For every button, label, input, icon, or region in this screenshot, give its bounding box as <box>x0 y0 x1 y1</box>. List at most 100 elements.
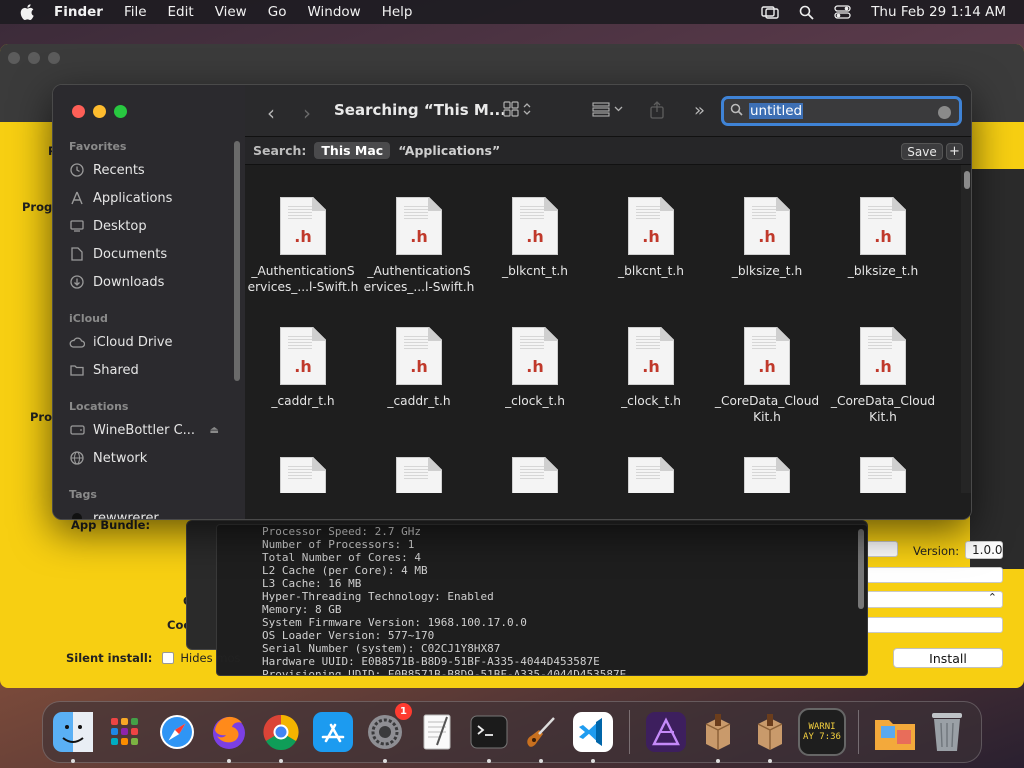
console-icon[interactable]: WARNI AY 7:36 <box>798 708 846 756</box>
file-grid-scrollbar[interactable] <box>961 165 971 493</box>
group-by-icon[interactable] <box>592 101 623 117</box>
app-store-icon[interactable] <box>309 708 357 756</box>
search-field[interactable]: untitled <box>721 96 962 126</box>
system-settings-icon[interactable]: 1 <box>361 703 412 763</box>
zoom-icon[interactable] <box>114 105 127 118</box>
version-label: Version: <box>913 544 960 558</box>
sidebar-item-recents[interactable]: Recents <box>69 162 237 178</box>
menu-help[interactable]: Help <box>382 4 413 20</box>
menu-go[interactable]: Go <box>268 4 287 20</box>
bg-minimize-icon[interactable] <box>28 52 40 64</box>
header-file-icon: .h <box>396 197 442 255</box>
add-criteria-button[interactable]: + <box>946 143 963 160</box>
save-search-button[interactable]: Save <box>901 143 943 160</box>
version-field[interactable]: 1.0.0 <box>965 541 1003 559</box>
system-info-textview[interactable]: Processor Speed: 2.7 GHz Number of Proces… <box>216 524 868 676</box>
back-chevron-icon[interactable]: ‹ <box>267 101 275 125</box>
bg-field-1[interactable] <box>866 541 898 557</box>
file-item[interactable]: .h _blksize_t.h <box>825 197 941 279</box>
file-item[interactable]: .h _blkcnt_t.h <box>593 197 709 279</box>
apple-menu-icon[interactable] <box>20 4 36 20</box>
winebottler-icon[interactable] <box>694 708 742 763</box>
background-right-panel <box>970 169 1024 569</box>
file-item[interactable] <box>245 457 361 493</box>
menu-clock[interactable]: Thu Feb 29 1:14 AM <box>871 4 1006 20</box>
bg-close-icon[interactable] <box>8 52 20 64</box>
file-item[interactable]: .h _AuthenticationS ervices_...l-Swift.h <box>245 197 361 295</box>
sidebar-item-documents[interactable]: Documents <box>69 246 237 262</box>
install-button[interactable]: Install <box>893 648 1003 668</box>
file-item[interactable] <box>709 457 825 493</box>
menu-edit[interactable]: Edit <box>168 4 194 20</box>
file-name-line: _AuthenticationS <box>251 264 355 278</box>
screen-mirroring-icon[interactable] <box>761 5 779 19</box>
sidebar-item-shared[interactable]: Shared <box>69 362 237 378</box>
dock-separator <box>858 710 859 754</box>
scroll-thumb[interactable] <box>964 171 970 189</box>
finder-icon[interactable] <box>49 708 97 763</box>
bg-field-2[interactable] <box>866 567 1003 583</box>
sidebar-item-network[interactable]: Network <box>69 450 237 466</box>
sidebar-scrollbar[interactable] <box>234 141 240 381</box>
file-name: _caddr_t.h <box>245 393 361 409</box>
silent-install-label: Silent install: <box>66 651 153 665</box>
file-item[interactable]: .h _clock_t.h <box>593 327 709 409</box>
file-item[interactable]: .h _CoreData_Cloud Kit.h <box>825 327 941 425</box>
safari-icon[interactable] <box>153 708 201 756</box>
file-item[interactable] <box>361 457 477 493</box>
file-item[interactable]: .h _caddr_t.h <box>245 327 361 409</box>
sidebar-item-applications[interactable]: Applications <box>69 190 237 206</box>
sidebar-item-downloads[interactable]: Downloads <box>69 274 237 290</box>
share-icon[interactable] <box>649 101 665 119</box>
menu-app-finder[interactable]: Finder <box>54 4 103 20</box>
silent-install-checkbox[interactable] <box>162 652 175 664</box>
garageband-icon[interactable] <box>517 708 565 763</box>
file-item[interactable]: .h _caddr_t.h <box>361 327 477 409</box>
firefox-icon[interactable] <box>205 708 253 763</box>
system-info-scrollbar[interactable] <box>858 529 864 609</box>
minimize-icon[interactable] <box>93 105 106 118</box>
terminal-icon[interactable] <box>465 708 513 763</box>
file-item[interactable]: .h _CoreData_Cloud Kit.h <box>709 327 825 425</box>
vscode-icon[interactable] <box>569 708 617 763</box>
menu-window[interactable]: Window <box>307 4 360 20</box>
bg-select-field[interactable]: ⌃ <box>866 591 1003 608</box>
menu-view[interactable]: View <box>215 4 247 20</box>
bg-zoom-icon[interactable] <box>48 52 60 64</box>
file-item[interactable]: .h _AuthenticationS ervices_...l-Swift.h <box>361 197 477 295</box>
sidebar-item-winebottler-disk[interactable]: WineBottler C... ⏏ <box>69 422 237 438</box>
file-item[interactable]: .h _blkcnt_t.h <box>477 197 593 279</box>
eject-icon[interactable]: ⏏ <box>210 425 219 436</box>
close-icon[interactable] <box>72 105 85 118</box>
search-input[interactable]: untitled <box>749 103 804 119</box>
sidebar-item-desktop[interactable]: Desktop <box>69 218 237 234</box>
scope-applications-button[interactable]: “Applications” <box>398 143 500 158</box>
trash-icon[interactable] <box>923 708 971 756</box>
downloads-stack-icon[interactable] <box>871 708 919 756</box>
control-center-icon[interactable] <box>834 5 851 19</box>
forward-chevron-icon[interactable]: › <box>303 101 311 125</box>
system-info-line: Provisioning UDID: E0B8571B-B8D9-51BF-A3… <box>262 668 627 676</box>
scope-this-mac-button[interactable]: This Mac <box>314 142 391 159</box>
affinity-photo-icon[interactable] <box>642 708 690 756</box>
file-item[interactable]: .h _blksize_t.h <box>709 197 825 279</box>
file-item[interactable]: .h _clock_t.h <box>477 327 593 409</box>
clear-search-icon[interactable] <box>938 106 951 119</box>
launchpad-icon[interactable] <box>101 708 149 756</box>
header-file-icon: .h <box>744 327 790 385</box>
spotlight-search-icon[interactable] <box>799 5 814 20</box>
header-file-icon: .h <box>512 327 558 385</box>
file-item[interactable] <box>477 457 593 493</box>
file-item[interactable] <box>825 457 941 493</box>
wine-icon[interactable] <box>746 708 794 763</box>
textedit-icon[interactable] <box>413 708 461 756</box>
bg-field-3[interactable] <box>866 617 1003 633</box>
icon-view-icon[interactable] <box>503 101 531 117</box>
toolbar-overflow-icon[interactable]: » <box>694 100 705 121</box>
chrome-icon[interactable] <box>257 708 305 763</box>
sidebar-item-tag-rewwrerer[interactable]: rewwrerer <box>69 510 237 519</box>
menu-file[interactable]: File <box>124 4 147 20</box>
file-item[interactable] <box>593 457 709 493</box>
dock: 1 WARNI AY 7:36 <box>42 701 982 763</box>
sidebar-item-icloud-drive[interactable]: iCloud Drive <box>69 334 237 350</box>
